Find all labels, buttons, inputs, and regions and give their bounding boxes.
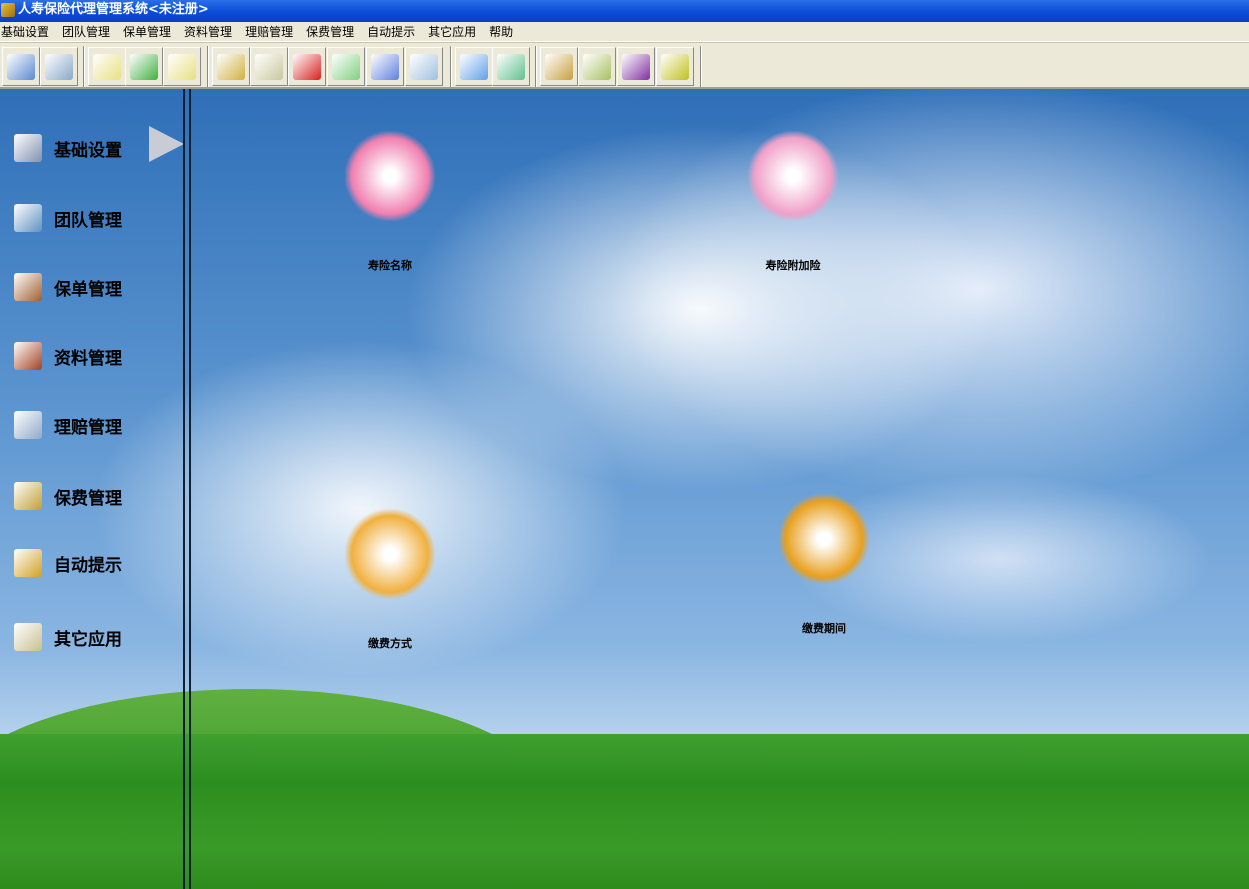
monitor-icon	[14, 411, 42, 439]
menu-bar: 基础设置 团队管理 保单管理 资料管理 理赔管理 保费管理 自动提示 其它应用 帮助	[0, 22, 1249, 42]
sidebar-item-1[interactable]: 团队管理	[14, 201, 122, 235]
desktop-monitor-icon	[7, 53, 35, 80]
desktop-shortcut-label: 缴费方式	[368, 637, 412, 650]
umbrella-icon	[293, 53, 321, 80]
sidebar-item-2[interactable]: 保单管理	[14, 270, 122, 304]
toolbar-button-bell[interactable]	[455, 47, 493, 86]
toolbar-button-magnifier[interactable]	[405, 47, 443, 86]
sidebar-item-0[interactable]: 基础设置	[14, 131, 122, 165]
money-folder-icon	[345, 509, 435, 599]
window-title: 人寿保险代理管理系统<未注册>	[18, 2, 209, 17]
menu-other-apps[interactable]: 其它应用	[427, 22, 477, 42]
desktop-shortcut-label: 寿险附加险	[765, 259, 821, 272]
bell-icon	[460, 53, 488, 80]
sidebar-item-label: 其它应用	[54, 629, 122, 650]
file-transfer-icon	[255, 53, 283, 80]
sidebar-item-label: 基础设置	[54, 140, 122, 161]
toolbar-button-grid-search[interactable]	[366, 47, 404, 86]
sidebar-item-3[interactable]: 资料管理	[14, 339, 122, 373]
desktop-area: 基础设置团队管理保单管理资料管理理赔管理保费管理自动提示其它应用 寿险名称 寿险附…	[0, 89, 1249, 889]
open-folder-icon	[93, 53, 121, 80]
notebook-icon	[332, 53, 360, 80]
pda-icon	[583, 53, 611, 80]
grass-field	[0, 734, 1249, 889]
toolbar-button-desktop-monitor[interactable]	[2, 47, 40, 86]
desktop-shortcut-label: 寿险名称	[368, 259, 412, 272]
menu-premium[interactable]: 保费管理	[305, 22, 355, 42]
sidebar-item-4[interactable]: 理赔管理	[14, 408, 122, 442]
toolbar-button-picture[interactable]	[540, 47, 578, 86]
menu-policy[interactable]: 保单管理	[122, 22, 172, 42]
alarm-clock-icon	[779, 494, 869, 584]
help-book-icon	[622, 53, 650, 80]
sidebar-item-label: 团队管理	[54, 210, 122, 231]
sidebar-item-label: 保费管理	[54, 488, 122, 509]
sidebar-item-7[interactable]: 其它应用	[14, 620, 122, 654]
desktop-shortcut-0[interactable]: 寿险名称	[310, 131, 470, 273]
note-icon	[14, 623, 42, 651]
toolbar-button-connect[interactable]	[125, 47, 163, 86]
sidebar-item-label: 自动提示	[54, 555, 122, 576]
open-book-icon	[497, 53, 525, 80]
toolbar-button-file-transfer[interactable]	[250, 47, 288, 86]
toolbar-separator	[83, 46, 85, 87]
sidebar-item-label: 资料管理	[54, 348, 122, 369]
grid-search-icon	[371, 53, 399, 80]
toolbar-button-umbrella[interactable]	[288, 47, 326, 86]
menu-claims[interactable]: 理赔管理	[244, 22, 294, 42]
desktop-shortcut-2[interactable]: 缴费方式	[310, 509, 470, 651]
toolbar-button-runner[interactable]	[656, 47, 694, 86]
arrow-right-icon	[149, 126, 184, 162]
desktop-shortcut-label: 缴费期间	[802, 622, 846, 635]
team-folder-icon	[14, 204, 42, 232]
tools-icon	[14, 134, 42, 162]
title-bar: 人寿保险代理管理系统<未注册>	[0, 0, 1249, 22]
runner-icon	[661, 53, 689, 80]
toolbar-separator	[535, 46, 537, 87]
picture-icon	[545, 53, 573, 80]
bell-icon	[14, 549, 42, 577]
toolbar-button-folder[interactable]	[163, 47, 201, 86]
magnifier-icon	[410, 53, 438, 80]
desktop-shortcut-1[interactable]: 寿险附加险	[713, 131, 873, 273]
connect-icon	[130, 53, 158, 80]
menu-data[interactable]: 资料管理	[183, 22, 233, 42]
sidebar-item-label: 理赔管理	[54, 417, 122, 438]
menu-team[interactable]: 团队管理	[61, 22, 111, 42]
toolbar-button-notebook[interactable]	[327, 47, 365, 86]
folder-icon	[168, 53, 196, 80]
toolbar-separator	[207, 46, 209, 87]
toolbar-button-computer-screen[interactable]	[40, 47, 78, 86]
toolbar-separator	[450, 46, 452, 87]
sidebar-item-5[interactable]: 保费管理	[14, 479, 122, 513]
sidebar-item-6[interactable]: 自动提示	[14, 546, 122, 580]
toolbar-button-compress-folder[interactable]	[212, 47, 250, 86]
toolbar	[0, 42, 1249, 89]
sidebar: 基础设置团队管理保单管理资料管理理赔管理保费管理自动提示其它应用	[0, 89, 183, 889]
toolbar-button-pda[interactable]	[578, 47, 616, 86]
toolbar-button-open-book[interactable]	[492, 47, 530, 86]
app-icon	[1, 3, 15, 17]
computer-screen-icon	[45, 53, 73, 80]
menu-auto-reminder[interactable]: 自动提示	[366, 22, 416, 42]
toolbar-button-help-book[interactable]	[617, 47, 655, 86]
binder-icon	[14, 342, 42, 370]
menu-basic-settings[interactable]: 基础设置	[0, 22, 50, 42]
divider	[183, 89, 185, 889]
toolbar-button-open-folder[interactable]	[88, 47, 126, 86]
toolbar-separator	[700, 46, 702, 87]
car-icon	[14, 482, 42, 510]
divider	[189, 89, 191, 889]
compress-folder-icon	[217, 53, 245, 80]
girl-pumpkin-icon	[345, 131, 435, 221]
menu-help[interactable]: 帮助	[488, 22, 514, 42]
clock-wreath-icon	[748, 131, 838, 221]
sidebar-item-label: 保单管理	[54, 279, 122, 300]
book-icon	[14, 273, 42, 301]
desktop-shortcut-3[interactable]: 缴费期间	[744, 494, 904, 636]
